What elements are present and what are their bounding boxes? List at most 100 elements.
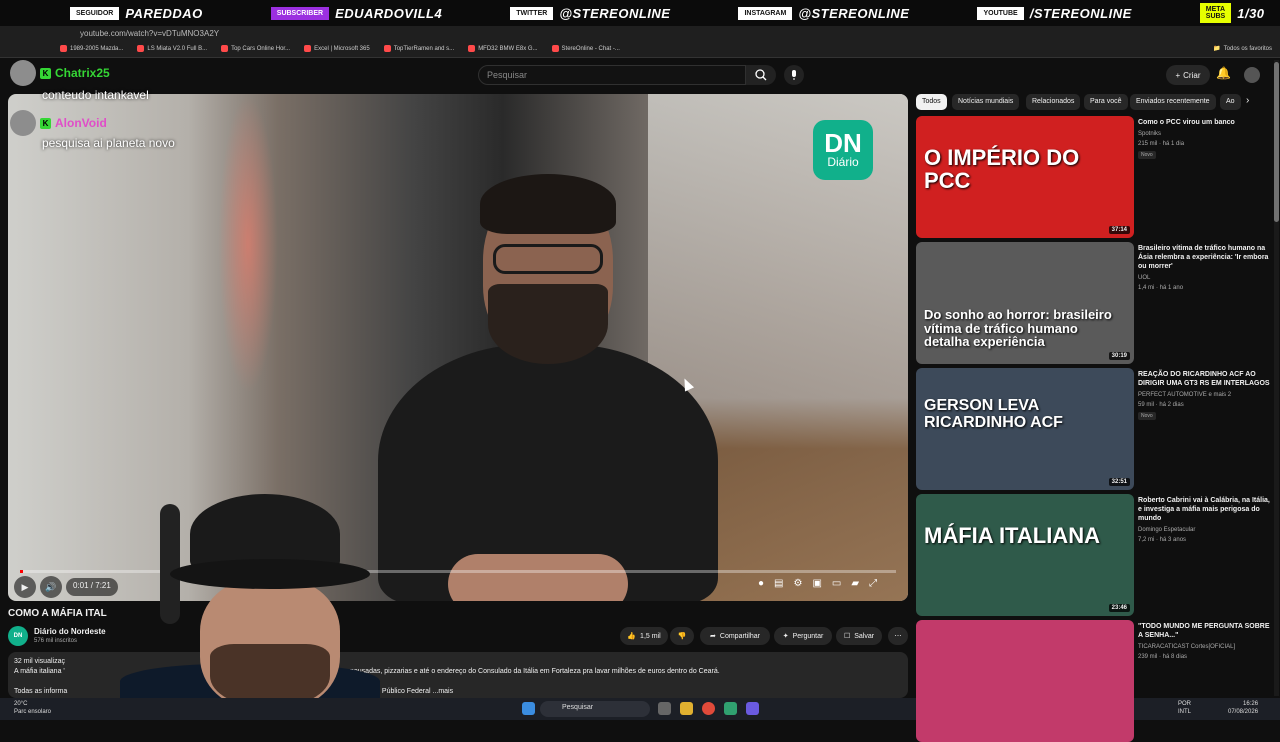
recommendation-meta: 7,2 mi · há 3 anos: [1138, 537, 1187, 543]
recommendation-title[interactable]: Brasileiro vítima de tráfico humano na Á…: [1138, 244, 1272, 271]
kick-icon: K: [40, 67, 51, 79]
mic-button[interactable]: [784, 65, 804, 85]
filter-chip[interactable]: Relacionados: [1026, 94, 1081, 110]
recommendation-title[interactable]: REAÇÃO DO RICARDINHO ACF AO DIRIGIR UMA …: [1138, 370, 1272, 388]
thumbnail-text: MÁFIA ITALIANA: [924, 523, 1100, 548]
more-button[interactable]: ⋯: [888, 627, 908, 645]
duration-badge: 30:19: [1108, 352, 1130, 360]
more-icon: ⋯: [894, 633, 902, 640]
filter-chip[interactable]: Para você: [1084, 94, 1128, 110]
filter-chip[interactable]: Enviados recentemente: [1130, 94, 1216, 110]
subtitles-icon[interactable]: ▤: [774, 578, 783, 589]
recommendation-meta: 239 mil · há 8 dias: [1138, 654, 1188, 660]
bookmark-icon: [468, 45, 476, 52]
windows-start-icon[interactable]: [522, 702, 535, 715]
bell-icon[interactable]: 🔔: [1216, 66, 1231, 80]
chevron-right-icon[interactable]: ›: [1246, 95, 1249, 106]
bookmark-item[interactable]: TopTierRamen and s...: [383, 45, 455, 52]
address-bar[interactable]: youtube.com/watch?v=vDTuMNO3A2Y: [0, 26, 1280, 40]
cast-icon[interactable]: ▰: [851, 578, 859, 589]
folder-icon: 📁: [1213, 46, 1221, 52]
recommendation-item[interactable]: MÁFIA ITALIANA 23:46 Roberto Cabrini vai à…: [916, 494, 1276, 616]
stream-bar-item: META SUBS 1/30: [1199, 3, 1265, 23]
recommendation-channel[interactable]: PERFECT AUTOMOTIVE e mais 2: [1138, 392, 1231, 398]
stream-bar-value: @STEREONLINE: [559, 5, 671, 21]
video-thumbnail[interactable]: O IMPÉRIO DO PCC 37:14: [916, 116, 1134, 238]
recommendation-channel[interactable]: UOL: [1138, 275, 1150, 281]
taskbar-search[interactable]: Pesquisar: [540, 701, 650, 717]
fullscreen-icon[interactable]: ⤢: [869, 578, 877, 589]
settings-icon[interactable]: ⚙: [794, 578, 803, 589]
chat-username: Chatrix25: [55, 66, 110, 80]
like-button[interactable]: 👍 1,5 mil: [620, 627, 668, 645]
recommendation-title[interactable]: Como o PCC virou um banco: [1138, 118, 1272, 127]
bookmark-item[interactable]: MFD32 BMW E8x G...: [468, 45, 538, 52]
recommendation-item[interactable]: GERSON LEVA RICARDINHO ACF 32:51 REAÇÃO DO…: [916, 368, 1276, 490]
channel-avatar[interactable]: DN: [8, 626, 28, 646]
volume-button[interactable]: 🔊: [40, 576, 62, 598]
stream-bar-value: /STEREONLINE: [1029, 5, 1132, 21]
stream-bar-value: 1/30: [1237, 5, 1265, 21]
bookmark-label: StereOnline - Chat -...: [561, 45, 620, 52]
play-icon: ▶: [21, 581, 29, 592]
recommendation-channel[interactable]: Domingo Espetacular: [1138, 527, 1195, 533]
recommendation-item[interactable]: "TODO MUNDO ME PERGUNTA SOBRE A SENHA...…: [916, 620, 1276, 742]
app-icon[interactable]: [724, 702, 737, 715]
new-badge: Novo: [1138, 412, 1156, 420]
chat-avatar: [10, 110, 36, 136]
recommendation-title[interactable]: Roberto Cabrini vai à Calábria, na Itáli…: [1138, 496, 1272, 523]
bookmark-item[interactable]: LS Miata V2.0 Full B...: [137, 45, 207, 52]
bookmark-icon: [221, 45, 229, 52]
filter-chip[interactable]: Todos: [916, 94, 947, 110]
video-thumbnail[interactable]: GERSON LEVA RICARDINHO ACF 32:51: [916, 368, 1134, 490]
chat-message: K Chatrix25: [10, 60, 110, 86]
video-thumbnail[interactable]: MÁFIA ITALIANA 23:46: [916, 494, 1134, 616]
bookmark-item[interactable]: StereOnline - Chat -...: [551, 45, 620, 52]
recommendation-channel[interactable]: TICARACATICAST Cortes[OFICIAL]: [1138, 644, 1235, 650]
stream-bar-item: TWITTER @STEREONLINE: [510, 6, 670, 21]
stream-bar-item: SUBSCRIBER EDUARDOVILL4: [270, 6, 442, 21]
video-thumbnail[interactable]: Do sonho ao horror: brasileiro vítima de…: [916, 242, 1134, 364]
video-thumbnail[interactable]: [916, 620, 1134, 742]
search-input[interactable]: Pesquisar: [478, 65, 746, 85]
recommendation-meta: 215 mil · há 1 dia: [1138, 141, 1185, 147]
search-button[interactable]: [746, 65, 776, 85]
play-button[interactable]: ▶: [14, 576, 36, 598]
stream-bar-tag: META SUBS: [1199, 3, 1232, 23]
stream-bar-tag: SEGUIDOR: [70, 6, 120, 20]
filter-chip[interactable]: Ao: [1220, 94, 1241, 110]
recommendation-item[interactable]: O IMPÉRIO DO PCC 37:14 Como o PCC virou um…: [916, 116, 1276, 238]
discord-icon[interactable]: [746, 702, 759, 715]
stream-bar-tag: TWITTER: [510, 6, 554, 20]
all-bookmarks-folder[interactable]: 📁 Todos os favoritos: [1213, 45, 1272, 53]
save-button[interactable]: ☐ Salvar: [836, 627, 882, 645]
miniplayer-icon[interactable]: ▣: [812, 578, 821, 589]
progress-fill: [20, 570, 23, 573]
avatar[interactable]: [1244, 67, 1260, 83]
url-text[interactable]: youtube.com/watch?v=vDTuMNO3A2Y: [80, 29, 219, 38]
recommendation-title[interactable]: "TODO MUNDO ME PERGUNTA SOBRE A SENHA...…: [1138, 622, 1272, 640]
recommendation-item[interactable]: Do sonho ao horror: brasileiro vítima de…: [916, 242, 1276, 364]
filter-chip[interactable]: Notícias mundiais: [952, 94, 1020, 110]
recommendation-channel[interactable]: Spotniks: [1138, 131, 1161, 137]
bookmark-icon: [60, 45, 67, 52]
task-view-icon[interactable]: [658, 702, 671, 715]
weather-widget[interactable]: 20°C Parc ensolaro: [14, 700, 51, 716]
bookmark-label: Top Cars Online Hor...: [231, 45, 291, 52]
bookmark-item[interactable]: 1989-2005 Mazda...: [60, 45, 123, 52]
chrome-icon[interactable]: [702, 702, 715, 715]
autoplay-icon[interactable]: ●: [758, 578, 764, 589]
ask-button[interactable]: ✦ Perguntar: [774, 627, 832, 645]
mic-icon: [792, 70, 796, 80]
bookmark-item[interactable]: Excel | Microsoft 365: [304, 45, 370, 52]
share-button[interactable]: ➦ Compartilhar: [700, 627, 770, 645]
dislike-button[interactable]: 👎: [670, 627, 694, 645]
bookmark-label: TopTierRamen and s...: [393, 45, 455, 52]
bookmark-icon: [551, 45, 559, 52]
recommendation-meta: 59 mil · há 2 dias: [1138, 402, 1184, 408]
create-button[interactable]: + Criar: [1166, 65, 1210, 85]
file-explorer-icon[interactable]: [680, 702, 693, 715]
theater-icon[interactable]: ▭: [832, 578, 841, 589]
stream-bar-item: YOUTUBE/STEREONLINE: [977, 6, 1131, 21]
bookmark-item[interactable]: Top Cars Online Hor...: [221, 45, 290, 52]
